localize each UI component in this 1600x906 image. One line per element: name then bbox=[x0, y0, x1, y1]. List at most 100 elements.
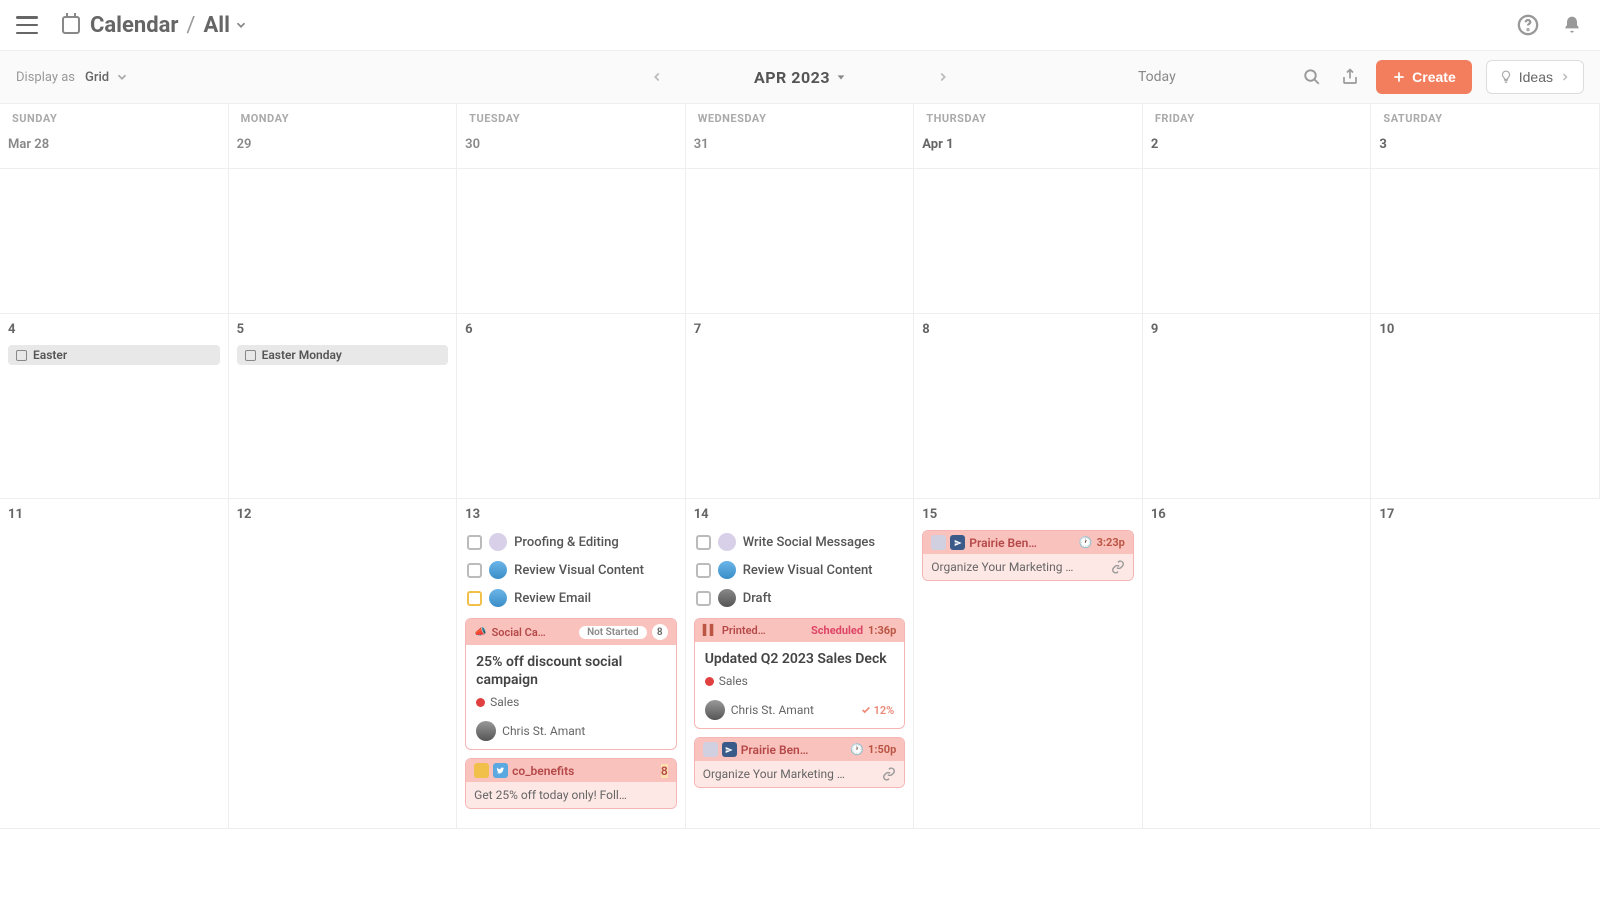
task-item[interactable]: Review Email bbox=[465, 584, 677, 612]
status-badge: Not Started bbox=[579, 626, 647, 639]
channel-icon bbox=[931, 535, 946, 550]
checkbox[interactable] bbox=[696, 563, 711, 578]
day-number: 8 bbox=[922, 318, 1134, 343]
task-label: Review Visual Content bbox=[514, 563, 644, 578]
search-button[interactable] bbox=[1300, 65, 1324, 89]
calendar-icon bbox=[245, 350, 256, 361]
day-cell[interactable]: 15 Prairie Ben… 🕐 3:23p Organize Your Ma… bbox=[914, 499, 1143, 829]
breadcrumb-selector[interactable]: All bbox=[204, 13, 248, 38]
task-item[interactable]: Write Social Messages bbox=[694, 528, 906, 556]
checkbox[interactable] bbox=[696, 535, 711, 550]
avatar-icon bbox=[718, 561, 736, 579]
social-message-card[interactable]: co_benefits 8 Get 25% off today only! Fo… bbox=[465, 758, 677, 809]
day-number: Mar 28 bbox=[8, 133, 220, 158]
card-tag: Sales bbox=[705, 674, 895, 688]
notifications-button[interactable] bbox=[1560, 13, 1584, 37]
clock-icon: 🕐 bbox=[1079, 536, 1093, 549]
prev-month-button[interactable] bbox=[650, 70, 664, 84]
avatar bbox=[476, 721, 496, 741]
task-item[interactable]: Review Visual Content bbox=[465, 556, 677, 584]
day-cell[interactable]: 14 Write Social Messages Review Visual C… bbox=[686, 499, 915, 829]
day-number: Apr 1 bbox=[922, 133, 1134, 158]
day-cell[interactable]: 8 bbox=[914, 314, 1143, 499]
count-badge: 8 bbox=[652, 624, 668, 640]
menu-button[interactable] bbox=[16, 16, 38, 34]
day-cell[interactable]: 5 Easter Monday bbox=[229, 314, 458, 499]
next-month-button[interactable] bbox=[936, 70, 950, 84]
avatar-icon bbox=[489, 589, 507, 607]
day-cell-body[interactable] bbox=[914, 169, 1143, 314]
social-message-card[interactable]: Prairie Ben… 🕐 3:23p Organize Your Marke… bbox=[922, 530, 1134, 581]
task-item[interactable]: Review Visual Content bbox=[694, 556, 906, 584]
day-cell-body[interactable] bbox=[1143, 169, 1372, 314]
checkbox[interactable] bbox=[467, 591, 482, 606]
weekday-header: SUNDAY bbox=[0, 104, 229, 129]
day-cell-body[interactable] bbox=[1371, 169, 1600, 314]
day-cell[interactable]: 10 bbox=[1371, 314, 1600, 499]
day-cell[interactable]: 6 bbox=[457, 314, 686, 499]
account-label: Prairie Ben… bbox=[741, 743, 847, 757]
day-cell[interactable]: 31 bbox=[686, 129, 915, 169]
day-cell[interactable]: Apr 1 bbox=[914, 129, 1143, 169]
day-cell[interactable]: Mar 28 bbox=[0, 129, 229, 169]
create-button[interactable]: Create bbox=[1376, 60, 1472, 94]
send-icon bbox=[950, 535, 965, 550]
day-cell-body[interactable] bbox=[229, 169, 458, 314]
app-title[interactable]: Calendar bbox=[90, 13, 178, 38]
breadcrumb-current: All bbox=[204, 13, 230, 38]
today-button[interactable]: Today bbox=[1138, 69, 1176, 85]
day-cell[interactable]: 9 bbox=[1143, 314, 1372, 499]
day-cell[interactable]: 11 bbox=[0, 499, 229, 829]
dot-icon bbox=[705, 677, 714, 686]
message-preview: Get 25% off today only! Foll… bbox=[474, 788, 668, 802]
calendar-icon bbox=[62, 16, 80, 34]
checkbox[interactable] bbox=[467, 563, 482, 578]
twitter-icon bbox=[493, 763, 508, 778]
plus-icon bbox=[1392, 70, 1406, 84]
send-icon bbox=[722, 742, 737, 757]
chevron-down-icon bbox=[115, 70, 129, 84]
status-badge: Scheduled bbox=[811, 624, 863, 637]
avatar bbox=[705, 700, 725, 720]
day-cell[interactable]: 13 Proofing & Editing Review Visual Cont… bbox=[457, 499, 686, 829]
count-badge: 8 bbox=[661, 764, 668, 778]
social-message-card[interactable]: Prairie Ben… 🕐 1:50p Organize Your Marke… bbox=[694, 737, 906, 788]
day-cell[interactable]: 4 Easter bbox=[0, 314, 229, 499]
task-item[interactable]: Proofing & Editing bbox=[465, 528, 677, 556]
progress-badge: 12% bbox=[861, 704, 895, 717]
day-cell[interactable]: 2 bbox=[1143, 129, 1372, 169]
day-cell-body[interactable] bbox=[457, 169, 686, 314]
day-cell-body[interactable] bbox=[686, 169, 915, 314]
day-number: 12 bbox=[237, 503, 449, 528]
day-cell[interactable]: 29 bbox=[229, 129, 458, 169]
holiday-event[interactable]: Easter bbox=[8, 345, 220, 365]
ideas-button[interactable]: Ideas bbox=[1486, 60, 1584, 94]
checkbox[interactable] bbox=[696, 591, 711, 606]
day-cell[interactable]: 7 bbox=[686, 314, 915, 499]
day-cell[interactable]: 30 bbox=[457, 129, 686, 169]
weekday-header: TUESDAY bbox=[457, 104, 686, 129]
day-cell[interactable]: 12 bbox=[229, 499, 458, 829]
display-mode-select[interactable]: Grid bbox=[85, 70, 129, 85]
project-card[interactable]: 📣 Social Ca… Not Started 8 25% off disco… bbox=[465, 618, 677, 750]
megaphone-icon: 📣 bbox=[474, 627, 486, 638]
day-cell[interactable]: 16 bbox=[1143, 499, 1372, 829]
checkbox[interactable] bbox=[467, 535, 482, 550]
share-button[interactable] bbox=[1338, 65, 1362, 89]
task-item[interactable]: Draft bbox=[694, 584, 906, 612]
day-cell-body[interactable] bbox=[0, 169, 229, 314]
day-cell[interactable]: 17 bbox=[1371, 499, 1600, 829]
card-type: Printed… bbox=[722, 624, 806, 637]
holiday-event[interactable]: Easter Monday bbox=[237, 345, 449, 365]
month-picker[interactable]: APR 2023 bbox=[754, 68, 846, 87]
account-label: co_benefits bbox=[512, 764, 657, 778]
day-number: 17 bbox=[1379, 503, 1592, 528]
caret-down-icon bbox=[836, 72, 846, 82]
card-title: Updated Q2 2023 Sales Deck bbox=[705, 650, 895, 668]
card-tag: Sales bbox=[476, 695, 666, 709]
project-card[interactable]: ▌▌ Printed… Scheduled 1:36p Updated Q2 2… bbox=[694, 618, 906, 729]
day-cell[interactable]: 3 bbox=[1371, 129, 1600, 169]
link-icon bbox=[1111, 560, 1125, 574]
help-button[interactable] bbox=[1516, 13, 1540, 37]
day-number: 2 bbox=[1151, 133, 1363, 158]
